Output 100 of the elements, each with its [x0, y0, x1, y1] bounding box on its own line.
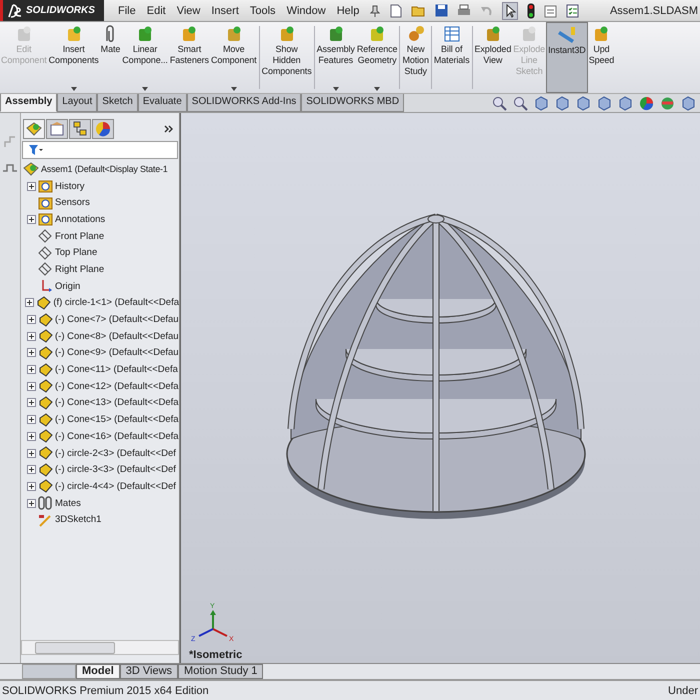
model-view-tab[interactable]: Model: [76, 664, 120, 679]
tree-item[interactable]: History: [55, 180, 85, 192]
ribbon-command-button[interactable]: Upd Speed: [588, 22, 616, 93]
appearance-tab[interactable]: [92, 119, 114, 139]
menu-item[interactable]: Edit: [146, 4, 166, 16]
model-view-tab[interactable]: 3D Views: [120, 664, 178, 679]
tree-item[interactable]: (-) Cone<13> (Default<<Defa: [55, 397, 179, 408]
horizontal-scrollbar[interactable]: [21, 640, 179, 655]
tree-item[interactable]: (f) circle-1<1> (Default<<Defa: [53, 297, 179, 308]
tree-item[interactable]: Top Plane: [55, 247, 98, 258]
tree-item[interactable]: 3DSketch1: [55, 514, 102, 526]
command-tab[interactable]: Layout: [57, 94, 98, 112]
expand-plus-icon[interactable]: [27, 182, 36, 191]
expand-plus-icon[interactable]: [27, 382, 36, 391]
tree-root-item[interactable]: Assem1 (Default<Display State-1: [41, 164, 168, 174]
assembly-icon: [23, 162, 39, 176]
command-tab[interactable]: SOLIDWORKS Add-Ins: [186, 94, 302, 112]
new-document-icon[interactable]: [390, 4, 402, 18]
expand-plus-icon[interactable]: [27, 348, 36, 358]
menu-item[interactable]: Tools: [250, 4, 276, 16]
ribbon-command-button[interactable]: Linear Compone...: [121, 22, 169, 93]
expand-plus-icon[interactable]: [27, 415, 36, 424]
zoom-fit-icon[interactable]: [492, 96, 507, 110]
tree-item[interactable]: (-) circle-3<3> (Default<<Def: [55, 464, 176, 476]
ribbon-command-button[interactable]: Bill of Materials: [432, 22, 470, 93]
tree-item[interactable]: (-) Cone<12> (Default<<Defa: [55, 380, 179, 392]
ribbon-command-button[interactable]: Instant3D: [546, 22, 588, 93]
ribbon-command-button[interactable]: Move Component: [210, 22, 258, 93]
command-tab[interactable]: Assembly: [0, 94, 58, 112]
ribbon-command-button[interactable]: Exploded View: [474, 22, 512, 93]
ruler-icon: [558, 26, 576, 44]
part-icon: [38, 479, 53, 494]
caret-icon: [230, 87, 237, 91]
select-pointer-icon[interactable]: [502, 2, 518, 20]
tree-item[interactable]: (-) Cone<15> (Default<<Defa: [55, 414, 179, 426]
ribbon-command-button[interactable]: Assembly Features: [316, 22, 356, 93]
expand-plus-icon[interactable]: [25, 298, 34, 308]
expand-plus-icon[interactable]: [27, 398, 36, 408]
step-line-icon[interactable]: [3, 163, 17, 173]
expand-plus-icon[interactable]: [27, 214, 36, 224]
menu-item[interactable]: File: [118, 4, 136, 16]
expand-plus-icon[interactable]: [27, 498, 36, 508]
expand-chevron-icon[interactable]: [164, 125, 174, 133]
tree-item[interactable]: (-) Cone<7> (Default<<Defau: [55, 314, 179, 326]
tree-item[interactable]: Origin: [55, 280, 80, 292]
command-tab[interactable]: SOLIDWORKS MBD: [301, 94, 404, 112]
tree-item[interactable]: (-) Cone<8> (Default<<Defau: [55, 330, 179, 342]
print-icon[interactable]: [457, 4, 472, 17]
ribbon-command-button[interactable]: Smart Fasteners: [168, 22, 210, 93]
expand-plus-icon[interactable]: [27, 482, 36, 491]
expand-plus-icon[interactable]: [27, 332, 36, 341]
plane-icon: [38, 246, 53, 260]
tree-item[interactable]: (-) Cone<11> (Default<<Defa: [55, 364, 178, 376]
ribbon-command-button[interactable]: Reference Geometry: [356, 22, 398, 93]
traffic-light-icon[interactable]: [527, 2, 536, 18]
ribbon-command-button[interactable]: Insert Components: [48, 22, 100, 93]
expand-plus-icon[interactable]: [27, 432, 36, 441]
expand-plus-icon[interactable]: [27, 315, 36, 324]
configuration-manager-tab[interactable]: [69, 119, 91, 139]
tree-item[interactable]: Annotations: [55, 214, 106, 225]
menu-item[interactable]: Help: [336, 4, 360, 16]
menu-item[interactable]: Insert: [211, 4, 239, 16]
command-tab[interactable]: Evaluate: [138, 94, 187, 112]
tree-item[interactable]: (-) Cone<9> (Default<<Defau: [55, 347, 179, 358]
menu-item[interactable]: Window: [286, 4, 326, 16]
open-folder-icon[interactable]: [411, 4, 426, 17]
gears-icon: [406, 25, 425, 43]
part-icon: [38, 462, 53, 477]
checklist-icon[interactable]: [566, 4, 580, 18]
filter-field[interactable]: [22, 141, 178, 159]
ribbon-command-button[interactable]: New Motion Study: [401, 22, 430, 93]
tree-item[interactable]: Sensors: [55, 197, 90, 208]
zoom-area-icon[interactable]: [513, 96, 528, 110]
model-view-tab[interactable]: Motion Study 1: [178, 664, 264, 679]
ribbon-command-button[interactable]: Mate: [100, 22, 122, 93]
table-icon: [442, 25, 461, 43]
edit-appearance-icon[interactable]: [639, 96, 654, 110]
tree-item[interactable]: Right Plane: [55, 264, 104, 275]
feature-manager-tab[interactable]: [23, 119, 45, 139]
expand-plus-icon[interactable]: [27, 448, 36, 458]
caret-icon: [70, 87, 77, 91]
part-icon: [38, 379, 53, 394]
status-text: SOLIDWORKS Premium 2015 x64 Edition: [2, 684, 209, 696]
command-tab[interactable]: Sketch: [97, 94, 138, 112]
clipboard-icon[interactable]: [544, 4, 558, 18]
annotations-icon: [38, 212, 53, 226]
plane-icon: [38, 229, 53, 244]
expand-plus-icon[interactable]: [27, 465, 36, 474]
tree-item[interactable]: (-) Cone<16> (Default<<Defa: [55, 430, 179, 442]
history-icon: [38, 179, 53, 194]
pin-icon[interactable]: [370, 4, 380, 16]
property-manager-tab[interactable]: [46, 119, 68, 139]
ribbon-command-button[interactable]: Show Hidden Components: [260, 22, 313, 93]
tree-item[interactable]: Mates: [55, 498, 81, 509]
menu-item[interactable]: View: [176, 4, 200, 16]
tree-item[interactable]: Front Plane: [55, 230, 104, 242]
save-icon[interactable]: [435, 4, 448, 17]
tree-item[interactable]: (-) circle-4<4> (Default<<Def: [55, 480, 176, 492]
tree-item[interactable]: (-) circle-2<3> (Default<<Def: [55, 448, 176, 459]
expand-plus-icon[interactable]: [27, 365, 36, 374]
